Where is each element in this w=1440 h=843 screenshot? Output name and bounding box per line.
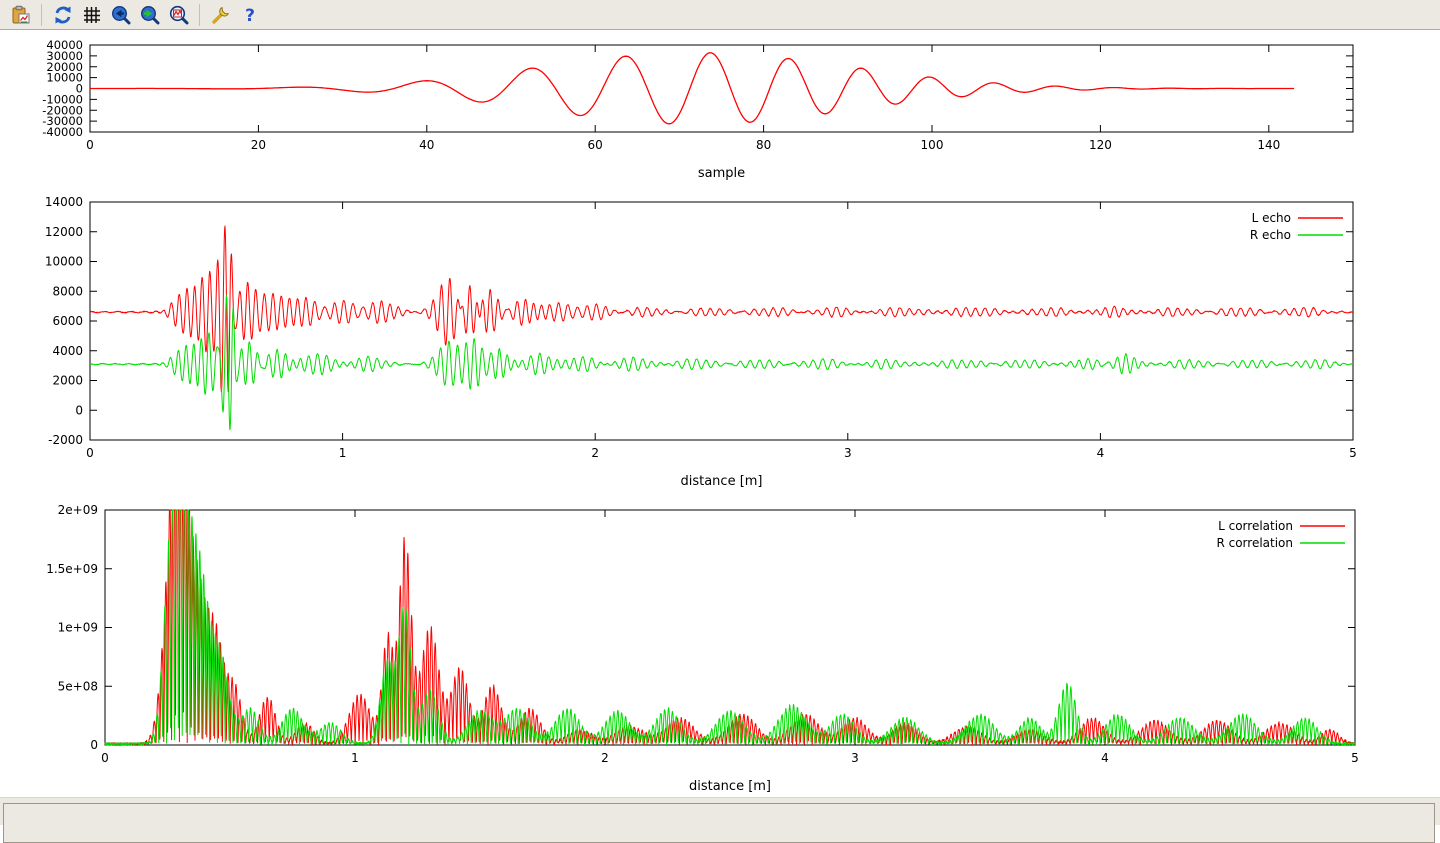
x-tick-label: 1 <box>339 446 347 460</box>
x-tick-label: 20 <box>251 138 266 152</box>
y-tick-label: -2000 <box>48 433 83 447</box>
x-tick-label: 140 <box>1257 138 1280 152</box>
grid-icon <box>82 5 102 25</box>
y-tick-label: 6000 <box>52 314 83 328</box>
x-axis-label: distance [m] <box>680 474 762 489</box>
y-tick-label: 12000 <box>45 225 83 239</box>
x-tick-label: 1 <box>351 751 359 765</box>
help-icon: ? <box>240 5 260 25</box>
x-tick-label: 2 <box>591 446 599 460</box>
x-tick-label: 5 <box>1349 446 1357 460</box>
echo-plot: 012345-200002000400060008000100001200014… <box>45 195 1357 489</box>
toolbar: ? <box>0 0 1440 30</box>
x-tick-label: 0 <box>101 751 109 765</box>
series-L-correlation <box>105 510 1355 745</box>
x-tick-label: 40 <box>419 138 434 152</box>
y-tick-label: 1.5e+09 <box>46 562 98 576</box>
zoom-previous-icon <box>111 5 131 25</box>
legend-label: L echo <box>1252 211 1291 225</box>
series-R-correlation <box>105 510 1355 745</box>
correlation-plot: 0 1 2 3 4 5 0 5e+08 1e+09 1.5e+09 2e+09 distance [m… <box>46 503 1359 794</box>
zoom-next-button[interactable] <box>136 2 163 28</box>
copy-to-clipboard-icon <box>11 5 31 25</box>
legend-label: R echo <box>1250 228 1291 242</box>
zoom-previous-button[interactable] <box>107 2 134 28</box>
plot-frame <box>105 510 1355 745</box>
plots-svg: 020406080100120140-40000-30000-20000-100… <box>0 31 1440 797</box>
replot-button[interactable] <box>49 2 76 28</box>
x-tick-label: 80 <box>756 138 771 152</box>
y-tick-label: 8000 <box>52 284 83 298</box>
x-tick-label: 4 <box>1101 751 1109 765</box>
x-tick-label: 3 <box>851 751 859 765</box>
grid-toggle-button[interactable] <box>78 2 105 28</box>
copy-to-clipboard-button[interactable] <box>7 2 34 28</box>
configure-button[interactable] <box>207 2 234 28</box>
x-axis-label: sample <box>698 166 745 181</box>
x-tick-label: 5 <box>1351 751 1359 765</box>
status-bar <box>0 797 1440 825</box>
series-pulse <box>90 53 1294 124</box>
legend-label: L correlation <box>1218 519 1293 533</box>
x-tick-label: 0 <box>86 446 94 460</box>
y-tick-label: 0 <box>75 403 83 417</box>
y-tick-label: 5e+08 <box>58 679 98 693</box>
y-tick-label: 10000 <box>45 255 83 269</box>
y-tick-label: 4000 <box>52 344 83 358</box>
x-tick-label: 3 <box>844 446 852 460</box>
y-tick-label: 2000 <box>52 374 83 388</box>
pulse-plot: 020406080100120140-40000-30000-20000-100… <box>42 38 1353 181</box>
x-tick-label: 60 <box>588 138 603 152</box>
x-tick-label: 0 <box>86 138 94 152</box>
configure-icon <box>211 5 231 25</box>
y-tick-label: 1e+09 <box>58 621 98 635</box>
autoscale-icon <box>169 5 189 25</box>
y-tick-label: 40000 <box>46 38 83 52</box>
toolbar-separator <box>41 4 42 26</box>
plot-frame <box>90 202 1353 440</box>
svg-text:?: ? <box>245 6 255 25</box>
x-tick-label: 100 <box>921 138 944 152</box>
autoscale-button[interactable] <box>165 2 192 28</box>
plot-canvas[interactable]: 020406080100120140-40000-30000-20000-100… <box>0 31 1440 797</box>
y-tick-label: 2e+09 <box>58 503 98 517</box>
y-tick-label: 0 <box>90 738 98 752</box>
zoom-next-icon <box>140 5 160 25</box>
replot-icon <box>53 5 73 25</box>
y-tick-label: 14000 <box>45 195 83 209</box>
help-button[interactable]: ? <box>236 2 263 28</box>
x-tick-label: 120 <box>1089 138 1112 152</box>
x-tick-label: 4 <box>1097 446 1105 460</box>
x-axis-label: distance [m] <box>689 779 771 794</box>
legend-label: R correlation <box>1216 536 1293 550</box>
x-tick-label: 2 <box>601 751 609 765</box>
status-message <box>3 803 1435 843</box>
toolbar-separator <box>199 4 200 26</box>
